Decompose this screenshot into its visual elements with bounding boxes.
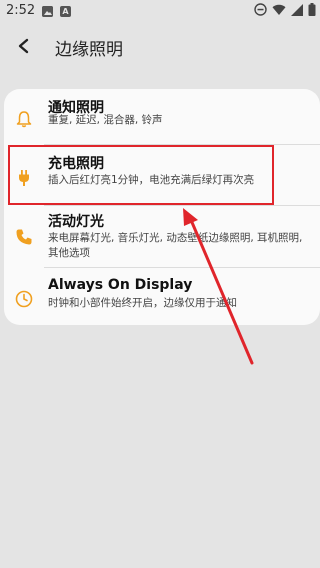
plug-icon [13, 167, 35, 189]
status-bar: 2:52 A [0, 0, 320, 24]
item-description: 重复, 延迟, 混合器, 铃声 [48, 114, 163, 126]
battery-icon [308, 3, 316, 16]
clock-icon [13, 288, 35, 310]
app-notification-icon: A [60, 6, 71, 17]
status-icons [254, 3, 316, 16]
settings-item-charging-lighting[interactable]: 充电照明 插入后红灯亮1分钟，电池充满后绿灯再次亮 [4, 145, 320, 205]
signal-icon [291, 3, 303, 16]
settings-item-activity-lighting[interactable]: 活动灯光 来电屏幕灯光, 音乐灯光, 动态壁纸边缘照明, 耳机照明, 其他选项 [4, 206, 320, 267]
dnd-icon [254, 3, 267, 16]
item-title: 充电照明 [48, 156, 104, 172]
item-title: Always On Display [48, 277, 193, 293]
app-bar: 边缘照明 [0, 24, 320, 72]
image-notification-icon [42, 6, 53, 17]
item-title: 活动灯光 [48, 214, 104, 230]
back-arrow-icon [17, 38, 31, 58]
settings-item-notification-lighting[interactable]: 通知照明 重复, 延迟, 混合器, 铃声 [4, 89, 320, 143]
page-title: 边缘照明 [55, 40, 123, 60]
phone-icon [13, 226, 35, 248]
back-button[interactable] [10, 34, 38, 62]
bell-icon [13, 108, 35, 130]
status-time: 2:52 [6, 3, 36, 18]
item-description: 来电屏幕灯光, 音乐灯光, 动态壁纸边缘照明, 耳机照明, 其他选项 [48, 232, 303, 259]
settings-item-always-on-display[interactable]: Always On Display 时钟和小部件始终开启，边缘仅用于通知 [4, 268, 320, 325]
item-description: 时钟和小部件始终开启，边缘仅用于通知 [48, 297, 237, 309]
item-description: 插入后红灯亮1分钟，电池充满后绿灯再次亮 [48, 174, 255, 186]
settings-card: 通知照明 重复, 延迟, 混合器, 铃声 充电照明 插入后红灯亮1分钟，电池充满… [4, 89, 320, 325]
wifi-icon [272, 4, 286, 16]
